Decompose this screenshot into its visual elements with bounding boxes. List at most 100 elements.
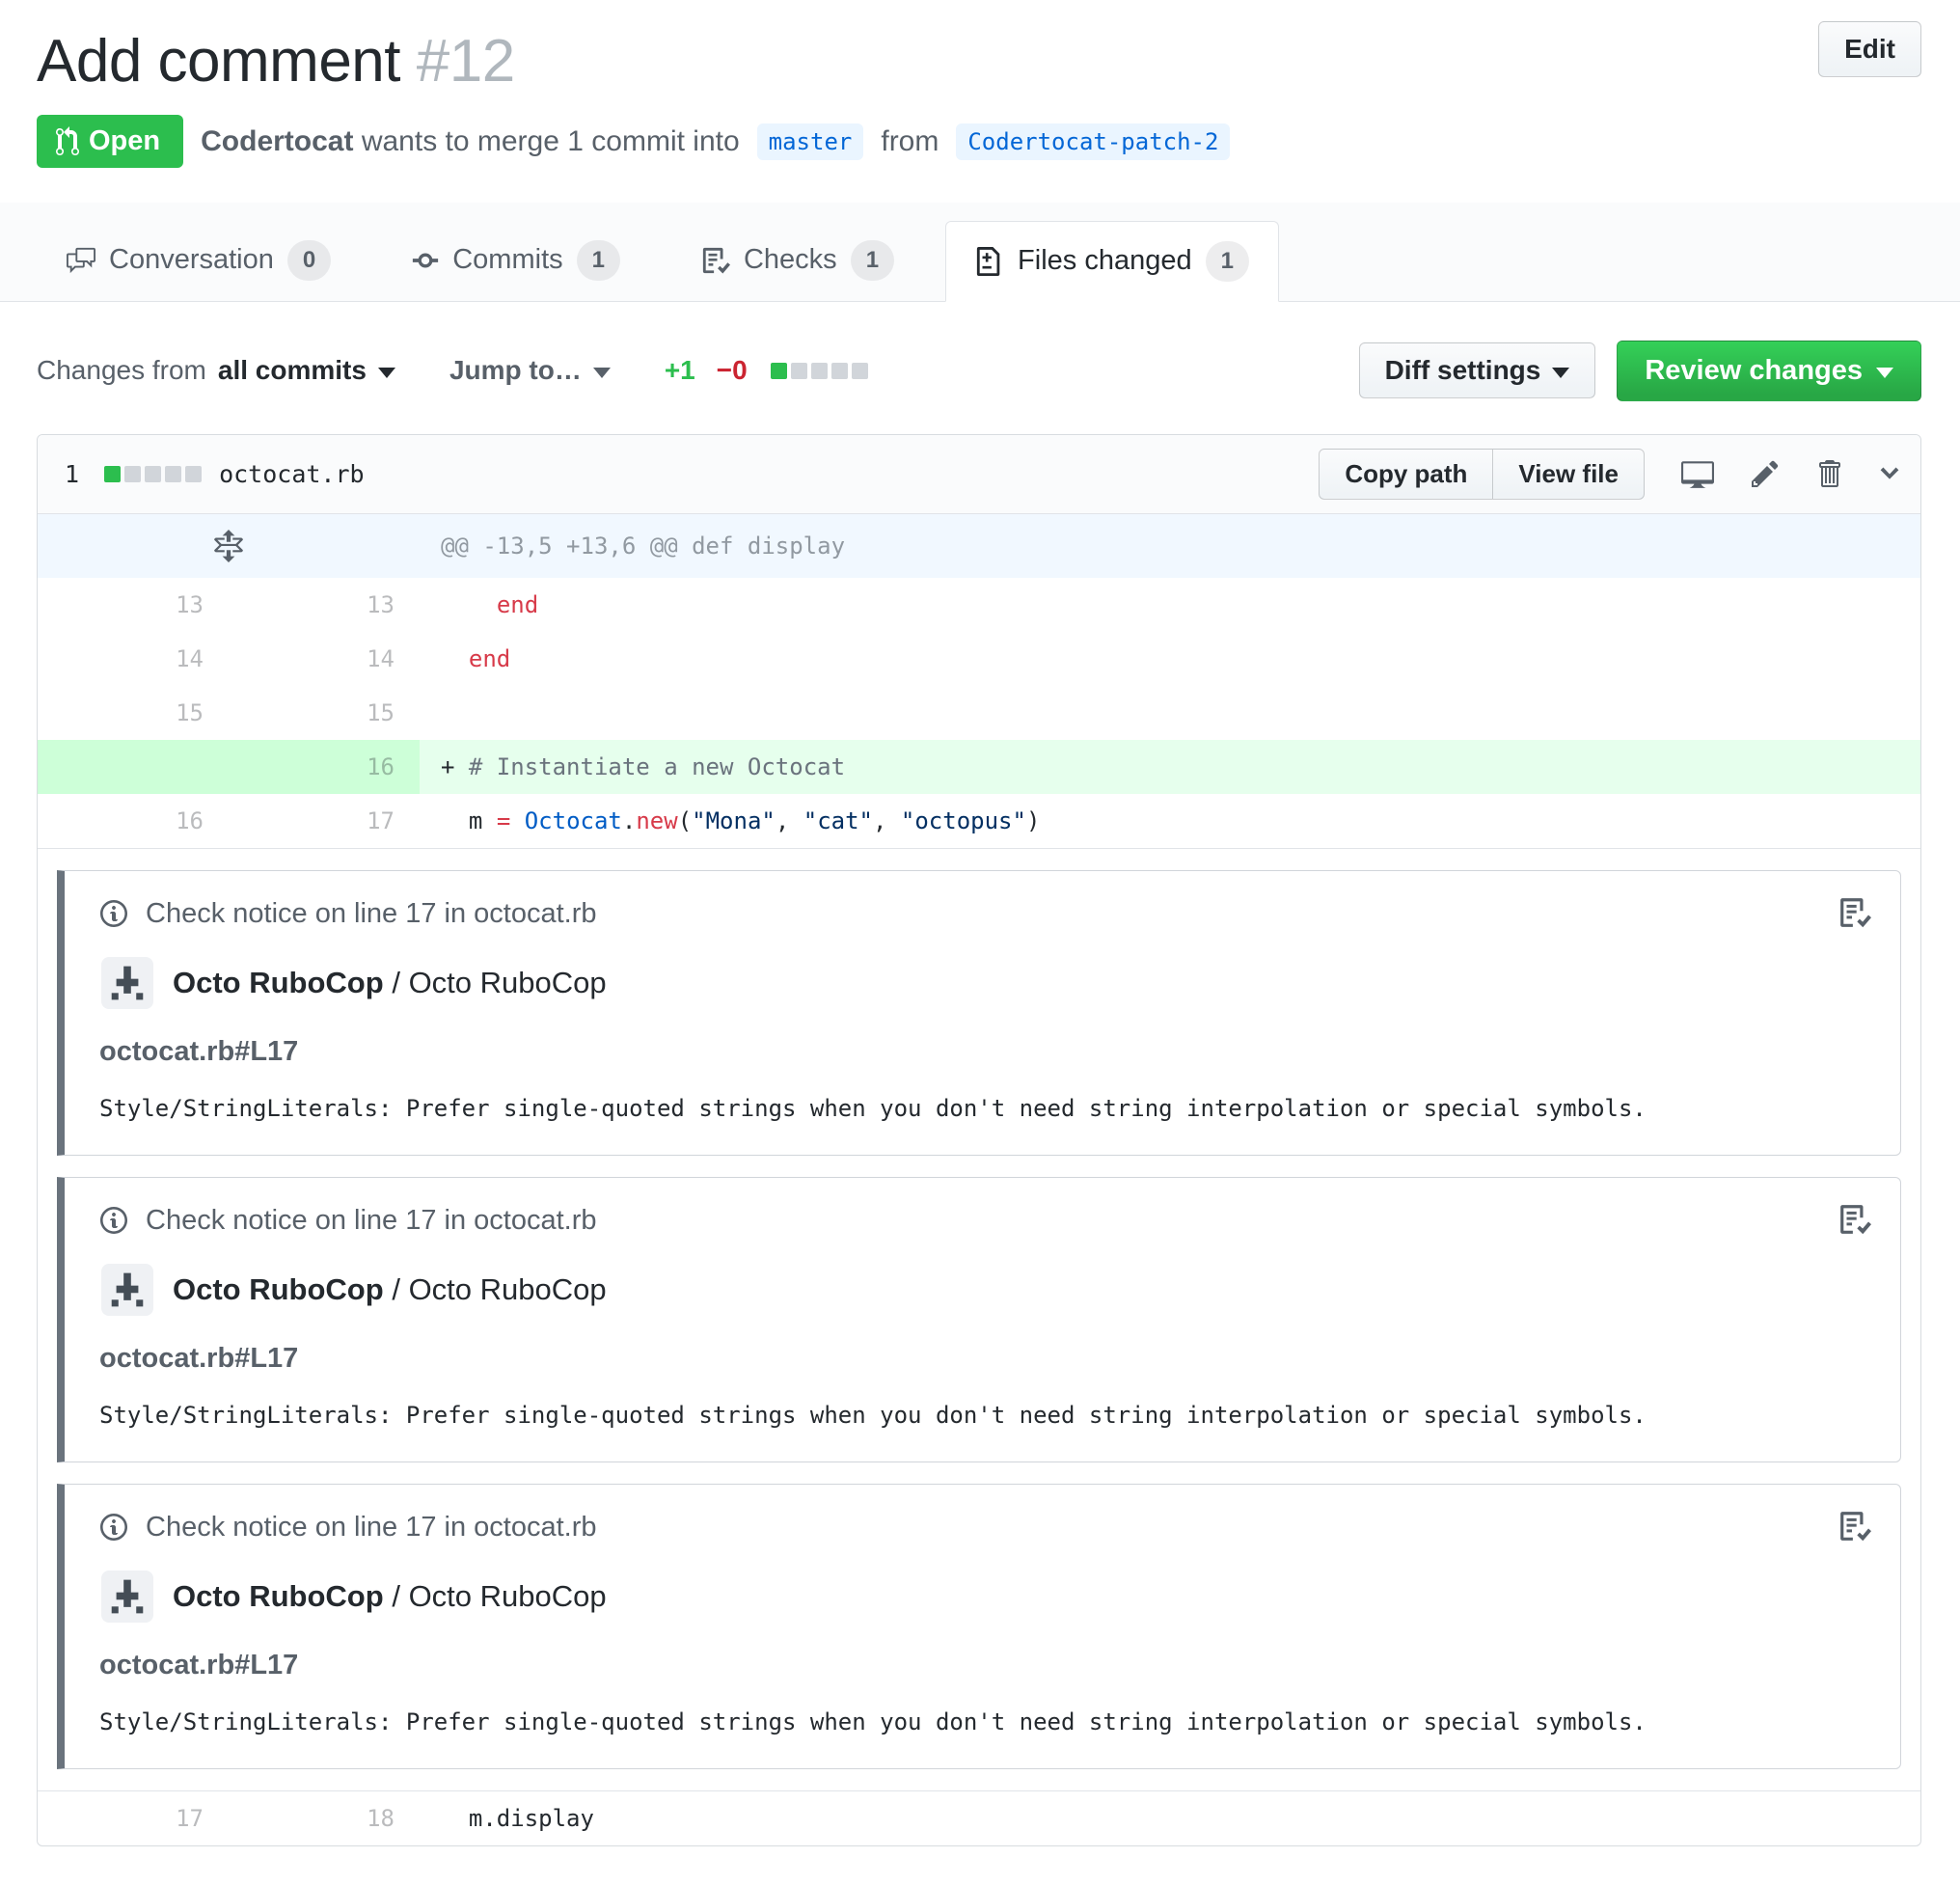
check-context: Octo RuboCop <box>408 1271 607 1306</box>
diff-table: @@ -13,5 +13,6 @@ def display 13 13 end … <box>38 513 1920 1845</box>
pr-state-badge: Open <box>37 115 184 168</box>
changes-from-label: Changes from <box>37 355 206 386</box>
code-cell: end <box>420 578 1920 632</box>
check-app-name[interactable]: Octo RuboCop <box>173 1272 384 1306</box>
jump-to-dropdown[interactable]: Jump to… <box>449 355 611 386</box>
view-check-button[interactable] <box>1838 1203 1871 1236</box>
new-line-number[interactable]: 18 <box>229 1790 420 1845</box>
rich-diff-button[interactable] <box>1681 457 1714 490</box>
check-app-avatar[interactable] <box>101 956 153 1009</box>
copy-path-button[interactable]: Copy path <box>1319 448 1494 500</box>
check-app-avatar[interactable] <box>101 1570 153 1623</box>
review-changes-label: Review changes <box>1645 354 1863 386</box>
base-branch-label[interactable]: master <box>756 123 864 160</box>
check-notice: Check notice on line 17 in octocat.rb Oc… <box>57 869 1901 1156</box>
git-commit-icon <box>412 246 439 275</box>
inline-notices-row: Check notice on line 17 in octocat.rb Oc… <box>38 847 1920 1791</box>
checklist-icon <box>701 246 730 275</box>
pr-author[interactable]: Codertocat <box>201 125 353 157</box>
tab-files-changed[interactable]: Files changed 1 <box>945 221 1279 302</box>
pr-merge-sentence: Codertocat wants to merge 1 commit into <box>201 125 740 158</box>
info-icon <box>99 1512 128 1543</box>
old-line-number[interactable]: 16 <box>38 794 229 849</box>
tab-label: Files changed <box>1018 245 1192 277</box>
file-diffstat-blocks <box>104 465 203 482</box>
old-line-number[interactable]: 13 <box>38 578 229 632</box>
page-title: Add comment #12 <box>37 27 515 96</box>
file-actions: Copy path View file <box>1319 448 1901 500</box>
edit-file-button[interactable] <box>1751 458 1780 489</box>
check-app-row: Octo RuboCop / Octo RuboCop <box>101 1570 1865 1623</box>
code-cell: m = Octocat.new("Mona", "cat", "octopus"… <box>420 794 1920 849</box>
old-line-number[interactable] <box>38 739 229 794</box>
pr-header: Add comment #12 Edit <box>0 0 1960 115</box>
check-context: Octo RuboCop <box>408 1578 607 1613</box>
new-line-number[interactable]: 13 <box>229 578 420 632</box>
separator: / <box>392 965 400 999</box>
pr-title-text: Add comment <box>37 28 401 95</box>
code-text: # Instantiate a new Octocat <box>468 752 846 780</box>
code-cell: + # Instantiate a new Octocat <box>420 739 1920 794</box>
tab-conversation[interactable]: Conversation 0 <box>37 220 361 301</box>
check-notice-header: Check notice on line 17 in octocat.rb <box>99 1205 1865 1237</box>
new-line-number[interactable]: 17 <box>229 794 420 849</box>
check-app-row: Octo RuboCop / Octo RuboCop <box>101 1263 1865 1316</box>
file-button-group: Copy path View file <box>1319 448 1645 500</box>
new-line-number[interactable]: 15 <box>229 686 420 740</box>
check-app-name[interactable]: Octo RuboCop <box>173 1579 384 1613</box>
new-line-number[interactable]: 14 <box>229 632 420 686</box>
diff-line-row: 14 14 end <box>38 632 1920 686</box>
check-app-name[interactable]: Octo RuboCop <box>173 966 384 999</box>
file-name[interactable]: octocat.rb <box>219 460 365 488</box>
code-cell: end <box>420 632 1920 686</box>
git-pull-request-icon <box>56 125 79 157</box>
check-file-ref[interactable]: octocat.rb#L17 <box>99 1343 1865 1375</box>
check-file-ref[interactable]: octocat.rb#L17 <box>99 1036 1865 1068</box>
check-app-avatar[interactable] <box>101 1263 153 1316</box>
diff-sign <box>441 699 469 726</box>
old-line-number[interactable]: 14 <box>38 632 229 686</box>
separator: / <box>392 1271 400 1306</box>
view-file-button[interactable]: View file <box>1492 448 1645 500</box>
edit-button[interactable]: Edit <box>1818 21 1921 77</box>
tab-counter: 0 <box>286 240 332 281</box>
old-line-number[interactable]: 15 <box>38 686 229 740</box>
expand-hunk-button[interactable] <box>38 513 420 578</box>
head-branch-label[interactable]: Codertocat-patch-2 <box>956 123 1231 160</box>
caret-down-icon <box>377 367 395 378</box>
check-message: Style/StringLiterals: Prefer single-quot… <box>99 1094 1647 1122</box>
tab-label: Commits <box>452 244 563 276</box>
delete-file-button[interactable] <box>1816 458 1841 489</box>
check-notice-title: Check notice on line 17 in octocat.rb <box>146 1511 597 1543</box>
tab-counter: 1 <box>576 240 620 281</box>
view-check-button[interactable] <box>1838 1510 1871 1543</box>
diff-sign: + <box>441 752 469 780</box>
check-file-ref[interactable]: octocat.rb#L17 <box>99 1650 1865 1681</box>
tab-label: Checks <box>743 244 837 276</box>
review-changes-button[interactable]: Review changes <box>1617 340 1921 401</box>
deletions-count: −0 <box>716 355 748 386</box>
changes-from-dropdown[interactable]: Changes from all commits <box>37 355 395 386</box>
pr-meta-row: Open Codertocat wants to merge 1 commit … <box>0 115 1960 168</box>
check-notice: Check notice on line 17 in octocat.rb Oc… <box>57 1483 1901 1769</box>
info-icon <box>99 1205 128 1236</box>
pr-merge-text: wants to merge 1 commit into <box>361 124 740 157</box>
additions-count: +1 <box>664 355 695 386</box>
diff-line-row-addition: 16 + # Instantiate a new Octocat <box>38 739 1920 794</box>
diff-sign <box>441 1805 469 1832</box>
comment-discussion-icon <box>67 246 95 275</box>
separator: / <box>392 1578 400 1613</box>
diff-line-row: 13 13 end <box>38 578 1920 632</box>
caret-down-icon <box>592 367 611 378</box>
diff-settings-button[interactable]: Diff settings <box>1358 342 1596 399</box>
tab-commits[interactable]: Commits 1 <box>382 220 650 301</box>
new-line-number[interactable]: 16 <box>229 739 420 794</box>
old-line-number[interactable]: 17 <box>38 1790 229 1845</box>
check-notice-title: Check notice on line 17 in octocat.rb <box>146 897 597 929</box>
tab-checks[interactable]: Checks 1 <box>671 220 924 301</box>
pr-tabnav: Conversation 0 Commits 1 Checks 1 Files … <box>0 203 1960 302</box>
view-check-button[interactable] <box>1838 896 1871 929</box>
collapse-file-button[interactable] <box>1878 459 1901 488</box>
file-diff-icon <box>975 246 1004 276</box>
diffbar-actions: Diff settings Review changes <box>1358 340 1921 401</box>
